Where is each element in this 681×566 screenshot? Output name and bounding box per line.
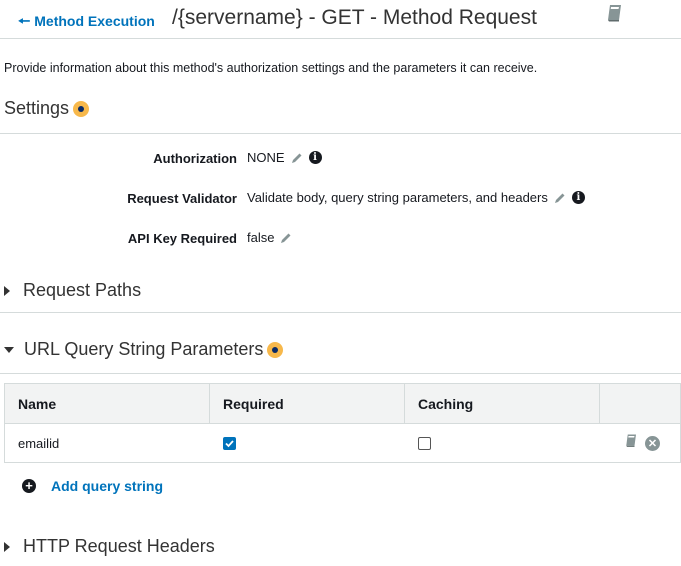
back-to-method-execution-link[interactable]: 🠔 Method Execution: [18, 13, 155, 29]
table-header: Name Required Caching: [5, 384, 680, 424]
authorization-value-group: NONE i: [247, 150, 322, 165]
api-key-required-value-group: false: [247, 230, 292, 245]
settings-heading: Settings: [4, 98, 90, 119]
plus-circle-icon: +: [22, 479, 36, 493]
query-params-table: Name Required Caching emailid ✕: [4, 383, 681, 463]
add-query-string-label: Add query string: [51, 478, 164, 494]
required-cell: [210, 424, 405, 462]
column-header-name: Name: [5, 384, 210, 423]
column-header-required: Required: [210, 384, 405, 423]
pencil-icon[interactable]: [280, 232, 292, 244]
param-name: emailid: [18, 435, 60, 451]
book-icon[interactable]: [624, 433, 639, 453]
request-validator-value: Validate body, query string parameters, …: [247, 190, 548, 205]
request-paths-toggle[interactable]: Request Paths: [4, 280, 141, 301]
back-link-label: Method Execution: [34, 13, 155, 29]
request-validator-label: Request Validator: [127, 191, 237, 206]
authorization-label: Authorization: [153, 151, 237, 166]
http-request-headers-toggle[interactable]: HTTP Request Headers: [4, 536, 215, 557]
pencil-icon[interactable]: [291, 152, 303, 164]
query-params-heading: URL Query String Parameters: [4, 339, 284, 360]
page-description: Provide information about this method's …: [4, 61, 538, 75]
add-query-string-button[interactable]: + Add query string: [22, 478, 163, 494]
help-dot-icon[interactable]: [267, 341, 284, 358]
arrow-left-icon: 🠔: [18, 13, 31, 29]
api-key-required-value: false: [247, 230, 275, 245]
settings-title: Settings: [4, 98, 70, 118]
query-params-divider: [0, 373, 681, 374]
info-circle-icon[interactable]: i: [571, 191, 585, 204]
http-request-headers-title: HTTP Request Headers: [23, 536, 215, 556]
column-header-actions: [600, 384, 680, 423]
request-paths-title: Request Paths: [23, 280, 142, 300]
request-paths-divider: [0, 312, 681, 313]
settings-divider: [0, 133, 681, 134]
required-checkbox[interactable]: [223, 436, 236, 450]
pencil-icon[interactable]: [554, 192, 566, 204]
query-params-title[interactable]: URL Query String Parameters: [24, 339, 263, 360]
table-row: emailid ✕: [5, 424, 680, 462]
caching-cell: [405, 424, 600, 462]
book-icon[interactable]: [605, 3, 625, 23]
x-circle-icon[interactable]: ✕: [645, 435, 660, 451]
caching-checkbox[interactable]: [418, 436, 431, 450]
info-circle-icon[interactable]: i: [308, 151, 322, 164]
header-divider: [0, 38, 681, 39]
request-validator-value-group: Validate body, query string parameters, …: [247, 190, 585, 205]
row-actions: ✕: [600, 424, 680, 462]
caret-right-icon: [4, 285, 10, 296]
page-title: /{servername} - GET - Method Request: [172, 6, 537, 29]
help-dot-icon[interactable]: [73, 100, 90, 117]
authorization-value: NONE: [247, 150, 285, 165]
caret-down-icon[interactable]: [4, 346, 14, 353]
caret-right-icon: [4, 541, 10, 552]
api-key-required-label: API Key Required: [127, 231, 237, 246]
column-header-caching: Caching: [405, 384, 600, 423]
